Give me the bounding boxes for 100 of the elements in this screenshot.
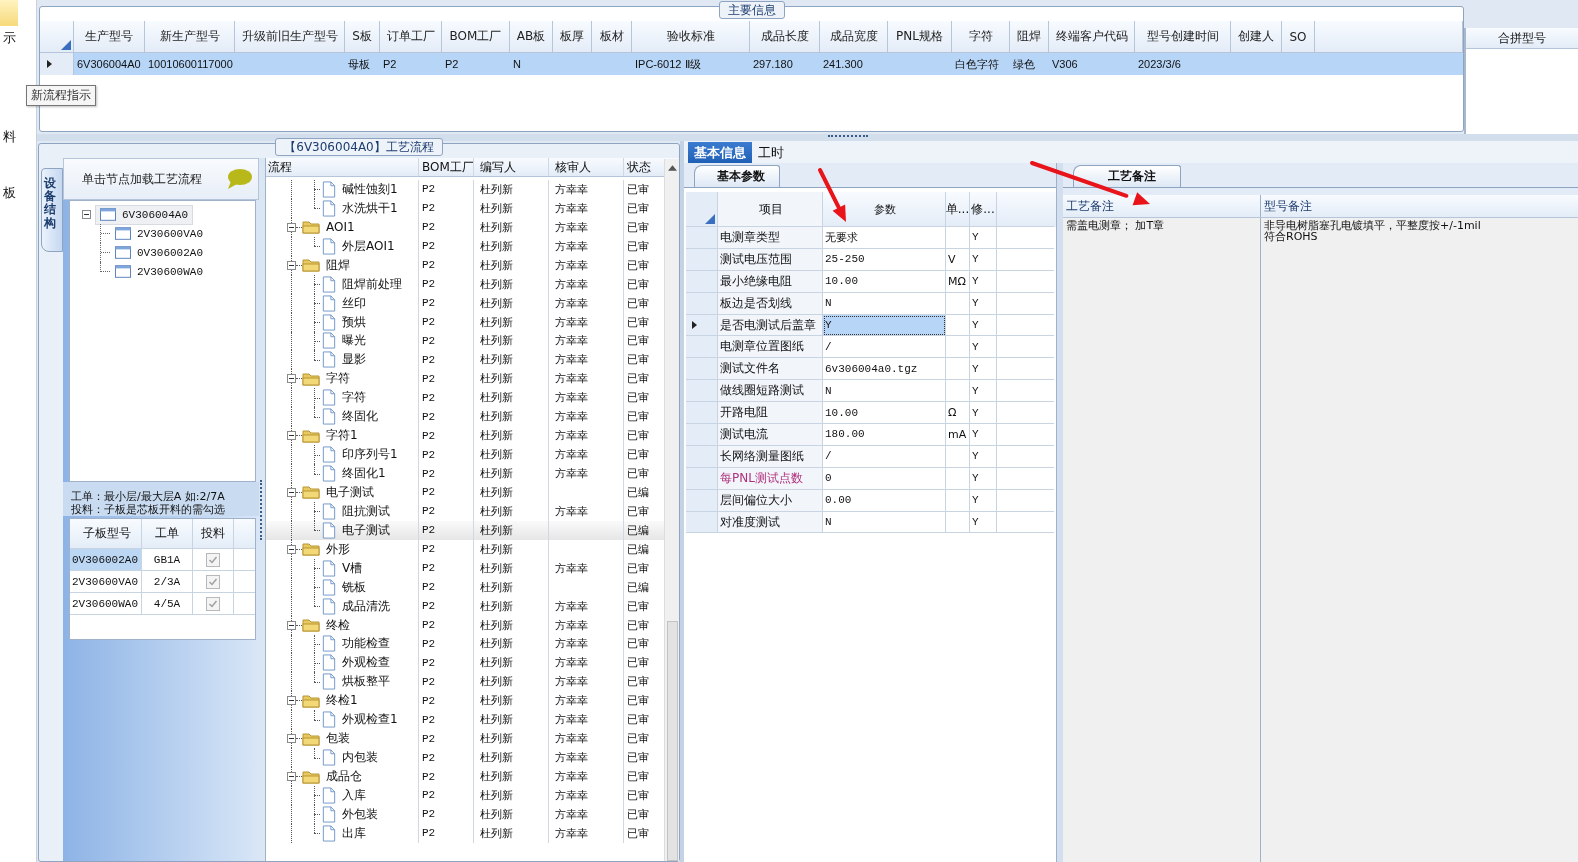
tree-node[interactable]: 2V30600VA0 [111,224,207,243]
sidebar-item[interactable]: 板 [0,180,18,206]
collapse-icon[interactable] [287,544,296,554]
parameter-value[interactable]: 10.00 [825,406,858,419]
parameter-value[interactable]: / [825,340,832,353]
table-row[interactable]: 外形 P2 杜列新 已编 [266,539,664,559]
collapse-icon[interactable] [287,222,296,232]
table-row[interactable]: 字符1 P2 杜列新 方幸幸 已审 [266,426,664,446]
collapse-icon[interactable] [287,487,296,497]
table-row[interactable]: 包装 P2 杜列新 方幸幸 已审 [266,729,664,749]
collapse-icon[interactable] [82,210,91,219]
column-header[interactable]: 生产型号 [74,21,145,53]
column-header[interactable]: 字符 [952,21,1010,53]
parameter-value[interactable]: 180.00 [825,428,865,441]
tab[interactable]: 基本参数 [694,165,780,187]
scrollbar[interactable] [664,159,679,861]
collapse-icon[interactable] [287,772,296,782]
table-row[interactable]: 阻焊前处理 P2 杜列新 方幸幸 已审 [266,274,664,294]
tree-node[interactable]: 0V306002A0 [111,243,207,262]
table-cell[interactable]: 2V30600VA0 [70,571,142,593]
column-header[interactable]: 项目 [718,192,823,227]
tree-node[interactable]: 2V30600WA0 [111,262,207,281]
column-header[interactable]: 状态 [624,158,662,176]
column-header[interactable]: 板材 [592,21,632,53]
checkbox[interactable] [206,596,220,611]
column-header[interactable]: 流程 [266,158,419,176]
column-header[interactable]: S板 [345,21,380,53]
row-indicator[interactable] [686,314,718,337]
table-row[interactable]: 字符 P2 杜列新 方幸幸 已审 [266,388,664,408]
table-row[interactable]: 成品清洗 P2 杜列新 方幸幸 已审 [266,596,664,616]
table-row[interactable]: 阻焊 P2 杜列新 方幸幸 已审 [266,255,664,275]
table-cell[interactable]: 0V306002A0 [70,549,142,571]
column-header[interactable]: 新生产型号 [145,21,235,53]
collapse-icon[interactable] [287,620,296,630]
tab[interactable]: 基本信息 [688,142,752,163]
parameter-value[interactable]: 10.00 [825,275,858,288]
table-cell[interactable]: 2V30600WA0 [70,593,142,615]
parameter-value[interactable]: 6v306004a0.tgz [825,362,918,375]
table-row[interactable]: 终检 P2 杜列新 方幸幸 已审 [266,615,664,635]
table-row[interactable]: 外包装 P2 杜列新 方幸幸 已审 [266,804,664,824]
parameter-value[interactable]: 25-250 [825,253,865,266]
table-row[interactable]: 电子测试 P2 杜列新 已编 [266,520,664,540]
parameter-value[interactable]: 0 [825,472,832,485]
parameter-value[interactable]: N [825,516,832,528]
table-row[interactable]: 功能检查 P2 杜列新 方幸幸 已审 [266,634,664,654]
row-indicator[interactable] [40,53,74,75]
table-row[interactable]: 出库 P2 杜列新 方幸幸 已审 [266,823,664,843]
column-header[interactable]: BOM工厂 [442,21,510,53]
table-row[interactable]: 终固化 P2 杜列新 方幸幸 已审 [266,407,664,427]
table-row[interactable]: 入库 P2 杜列新 方幸幸 已审 [266,786,664,805]
table-row[interactable]: AOI1 P2 杜列新 方幸幸 已审 [266,217,664,237]
parameter-value[interactable]: 0.00 [825,494,852,507]
collapse-icon[interactable] [287,431,296,441]
table-row[interactable]: 曝光 P2 杜列新 方幸幸 已审 [266,331,664,351]
table-row[interactable]: 外层AOI1 P2 杜列新 方幸幸 已审 [266,236,664,256]
table-row[interactable]: 外观检查 P2 杜列新 方幸幸 已审 [266,653,664,673]
collapse-icon[interactable] [287,734,296,744]
table-row[interactable]: 印序列号1 P2 杜列新 方幸幸 已审 [266,445,664,465]
parameter-value[interactable]: N [825,297,832,310]
table-row[interactable]: 终检1 P2 杜列新 方幸幸 已审 [266,691,664,711]
column-header[interactable]: 升级前旧生产型号 [235,21,345,53]
table-row[interactable]: 预烘 P2 杜列新 方幸幸 已审 [266,312,664,332]
checkbox[interactable] [206,574,220,589]
column-header[interactable]: 订单工厂 [380,21,442,53]
column-header[interactable]: 单... [946,192,970,227]
parameter-value[interactable]: Y [825,319,832,331]
column-header[interactable]: 成品长度 [750,21,820,53]
column-header[interactable]: 创建人 [1231,21,1282,53]
column-header[interactable]: 阻焊 [1010,21,1049,53]
column-header[interactable]: 核审人 [549,158,624,176]
column-header[interactable]: 修... [970,192,997,227]
column-header[interactable]: 编写人 [474,158,549,176]
table-row[interactable]: 丝印 P2 杜列新 方幸幸 已审 [266,293,664,313]
column-header[interactable]: 型号创建时间 [1135,21,1231,53]
table-row[interactable]: 阻抗测试 P2 杜列新 方幸幸 已审 [266,501,664,521]
table-row[interactable]: 水洗烘干1 P2 杜列新 方幸幸 已审 [266,198,664,218]
column-header[interactable]: 工单 [142,519,193,549]
collapse-icon[interactable] [287,260,296,270]
column-header[interactable]: 成品宽度 [820,21,888,53]
column-header[interactable]: 合拼型号 [1466,28,1578,49]
column-header[interactable]: SO [1282,21,1315,53]
table-row[interactable]: 电子测试 P2 杜列新 已编 [266,483,664,502]
collapse-icon[interactable] [287,374,296,384]
sidebar-item[interactable]: 料 [0,124,18,150]
table-row[interactable]: 碱性蚀刻1 P2 杜列新 方幸幸 已审 [266,180,664,199]
tab[interactable]: 工时 [752,142,790,163]
checkbox[interactable] [206,552,220,567]
tab[interactable]: 工艺备注 [1073,165,1181,187]
column-header[interactable]: 型号备注 [1261,195,1578,217]
scrollbar-thumb[interactable] [666,621,678,861]
table-row[interactable]: 铣板 P2 杜列新 已编 [266,577,664,597]
parameter-value[interactable]: 无要求 [825,229,858,245]
column-header[interactable]: AB板 [510,21,553,53]
table-row[interactable]: 外观检查1 P2 杜列新 方幸幸 已审 [266,710,664,730]
column-header[interactable]: 投料 [193,519,234,549]
parameter-value[interactable]: N [825,384,832,397]
table-row[interactable]: 成品仓 P2 杜列新 方幸幸 已审 [266,767,664,786]
table-row[interactable]: 终固化1 P2 杜列新 方幸幸 已审 [266,464,664,483]
column-header[interactable]: 终端客户代码 [1049,21,1135,53]
column-header[interactable]: 板厚 [553,21,592,53]
